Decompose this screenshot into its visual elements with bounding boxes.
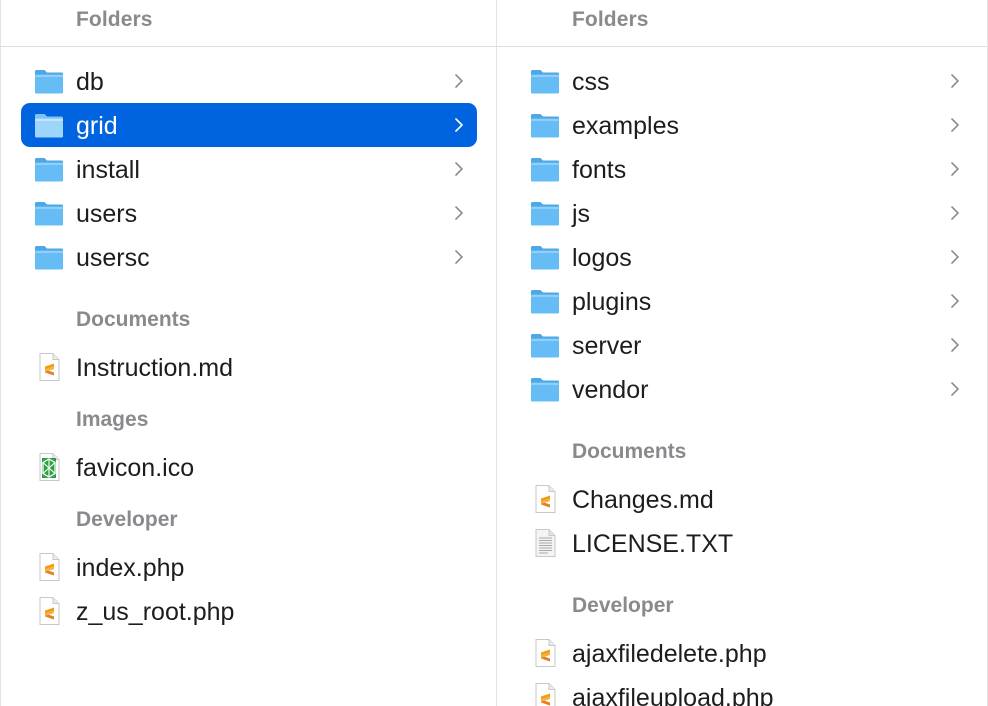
folder-label: server	[572, 332, 642, 360]
folder-label: grid	[76, 112, 118, 140]
folder-row-css[interactable]: css	[517, 59, 973, 103]
left-column: Folders db grid install users usersc Doc…	[0, 0, 497, 706]
php-file-icon	[33, 595, 65, 627]
file-row-index-php[interactable]: index.php	[21, 545, 477, 589]
folder-icon	[529, 109, 561, 141]
column-header: Folders	[497, 0, 987, 47]
folder-icon	[529, 241, 561, 273]
folder-label: plugins	[572, 288, 652, 316]
folder-row-usersc[interactable]: usersc	[21, 235, 477, 279]
folder-icon	[529, 285, 561, 317]
documents-section-label: Documents	[572, 440, 687, 463]
folder-icon	[33, 197, 65, 229]
folder-icon	[33, 241, 65, 273]
folder-label: examples	[572, 112, 679, 140]
folder-row-server[interactable]: server	[517, 323, 973, 367]
folder-row-plugins[interactable]: plugins	[517, 279, 973, 323]
folder-icon	[33, 65, 65, 97]
text-file-icon	[529, 527, 561, 559]
file-label: LICENSE.TXT	[572, 530, 734, 558]
folder-icon	[529, 153, 561, 185]
folders-section-label: Folders	[76, 8, 153, 31]
folder-icon	[529, 329, 561, 361]
column-header: Folders	[1, 0, 496, 47]
file-label: ajaxfiledelete.php	[572, 640, 767, 668]
folder-label: vendor	[572, 376, 649, 404]
chevron-right-icon	[453, 248, 465, 266]
folder-row-examples[interactable]: examples	[517, 103, 973, 147]
folder-label: css	[572, 68, 610, 96]
folder-label: users	[76, 200, 138, 228]
file-row-ajaxfiledelete-php[interactable]: ajaxfiledelete.php	[517, 631, 973, 675]
file-row-license-txt[interactable]: LICENSE.TXT	[517, 521, 973, 565]
file-label: z_us_root.php	[76, 598, 235, 626]
folder-label: install	[76, 156, 140, 184]
chevron-right-icon	[949, 380, 961, 398]
file-row-favicon-ico[interactable]: favicon.ico	[21, 445, 477, 489]
folder-label: fonts	[572, 156, 627, 184]
folder-icon	[529, 65, 561, 97]
chevron-right-icon	[949, 72, 961, 90]
chevron-right-icon	[949, 160, 961, 178]
file-label: Changes.md	[572, 486, 714, 514]
folder-label: db	[76, 68, 104, 96]
folder-icon	[529, 197, 561, 229]
chevron-right-icon	[453, 160, 465, 178]
ico-file-icon	[33, 451, 65, 483]
chevron-right-icon	[949, 116, 961, 134]
chevron-right-icon	[949, 248, 961, 266]
folder-row-logos[interactable]: logos	[517, 235, 973, 279]
file-row-changes-md[interactable]: Changes.md	[517, 477, 973, 521]
folder-row-vendor[interactable]: vendor	[517, 367, 973, 411]
developer-section-label: Developer	[76, 508, 178, 531]
chevron-right-icon	[453, 72, 465, 90]
folder-label: logos	[572, 244, 632, 272]
chevron-right-icon	[453, 116, 465, 134]
file-row-instruction-md[interactable]: Instruction.md	[21, 345, 477, 389]
php-file-icon	[529, 637, 561, 669]
folder-label: usersc	[76, 244, 150, 272]
images-section-label: Images	[76, 408, 149, 431]
folder-row-db[interactable]: db	[21, 59, 477, 103]
chevron-right-icon	[949, 336, 961, 354]
file-row-z-us-root-php[interactable]: z_us_root.php	[21, 589, 477, 633]
folder-row-fonts[interactable]: fonts	[517, 147, 973, 191]
folder-row-js[interactable]: js	[517, 191, 973, 235]
file-row-ajaxfileupload-php[interactable]: ajaxfileupload.php	[517, 675, 973, 706]
file-label: favicon.ico	[76, 454, 195, 482]
folder-row-install[interactable]: install	[21, 147, 477, 191]
file-label: Instruction.md	[76, 354, 234, 382]
right-column: Folders css examples fonts js logos plug…	[497, 0, 988, 706]
file-label: ajaxfileupload.php	[572, 684, 774, 706]
documents-section-label: Documents	[76, 308, 191, 331]
folder-row-grid[interactable]: grid	[21, 103, 477, 147]
markdown-file-icon	[33, 351, 65, 383]
folders-section-label: Folders	[572, 8, 649, 31]
php-file-icon	[529, 681, 561, 706]
chevron-right-icon	[949, 292, 961, 310]
file-label: index.php	[76, 554, 185, 582]
folder-icon	[529, 373, 561, 405]
php-file-icon	[33, 551, 65, 583]
chevron-right-icon	[453, 204, 465, 222]
developer-section-label: Developer	[572, 594, 674, 617]
folder-label: js	[572, 200, 591, 228]
folder-icon	[33, 153, 65, 185]
folder-row-users[interactable]: users	[21, 191, 477, 235]
folder-icon	[33, 109, 65, 141]
markdown-file-icon	[529, 483, 561, 515]
chevron-right-icon	[949, 204, 961, 222]
